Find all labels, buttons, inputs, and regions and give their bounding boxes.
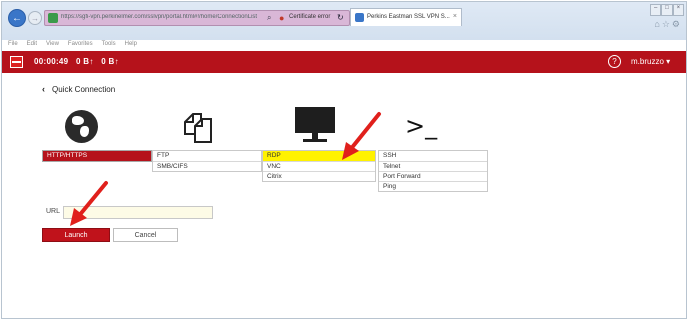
quick-connection-title[interactable]: Quick Connection xyxy=(52,85,115,94)
protocol-port-forward[interactable]: Port Forward xyxy=(379,171,487,181)
protocol-ssh[interactable]: SSH xyxy=(379,151,487,161)
forward-arrow-icon[interactable]: → xyxy=(28,11,42,25)
protocol-ftp[interactable]: FTP xyxy=(153,151,261,161)
launch-button[interactable]: Launch xyxy=(42,228,110,242)
menu-help[interactable]: Help xyxy=(125,41,137,51)
protocol-vnc[interactable]: VNC xyxy=(263,161,375,171)
protocol-citrix[interactable]: Citrix xyxy=(263,171,375,181)
protocol-column-terminal: SSH Telnet Port Forward Ping xyxy=(378,150,488,192)
minimize-icon[interactable]: – xyxy=(650,4,662,16)
session-time: 00:00:49 xyxy=(34,57,69,66)
monitor-icon xyxy=(295,107,335,142)
protocol-column-web: HTTP/HTTPS xyxy=(42,150,152,162)
app-header-bar: 00:00:49 0 B↑ 0 B↑ ? m.bruzzo ▾ xyxy=(2,51,686,73)
browser-titlebar: ← → https://sgfi-vpn.perkinelmer.com/ssl… xyxy=(2,2,686,40)
session-stats: 00:00:49 0 B↑ 0 B↑ xyxy=(34,57,119,66)
fortinet-logo-icon xyxy=(10,56,23,68)
site-identity-icon xyxy=(48,13,58,23)
menu-view[interactable]: View xyxy=(46,41,59,51)
username[interactable]: m.bruzzo xyxy=(631,57,664,66)
help-icon[interactable]: ? xyxy=(608,55,621,68)
search-icon[interactable]: ⌕ xyxy=(267,13,271,23)
browser-tab[interactable]: Perkins Eastman SSL VPN S... × xyxy=(350,8,462,26)
close-tab-icon[interactable]: × xyxy=(453,13,457,20)
certificate-error-icon[interactable]: ● xyxy=(279,13,284,23)
menu-favorites[interactable]: Favorites xyxy=(68,41,93,51)
arrow-up-icon: ↑ xyxy=(114,57,119,66)
chevron-left-icon[interactable]: ‹ xyxy=(42,85,45,94)
address-bar[interactable]: https://sgfi-vpn.perkinelmer.com/sslvpn/… xyxy=(44,10,350,26)
favorites-star-icon[interactable]: ☆ xyxy=(662,19,672,29)
certificate-error-label[interactable]: Certificate error xyxy=(289,14,330,20)
terminal-icon: >_ xyxy=(405,112,438,140)
address-url[interactable]: https://sgfi-vpn.perkinelmer.com/sslvpn/… xyxy=(61,14,261,20)
protocol-column-file: FTP SMB/CIFS xyxy=(152,150,262,172)
protocol-rdp[interactable]: RDP xyxy=(263,151,375,161)
menu-file[interactable]: File xyxy=(8,41,18,51)
url-input[interactable] xyxy=(63,206,213,219)
globe-icon xyxy=(65,110,98,143)
menu-tools[interactable]: Tools xyxy=(102,41,116,51)
files-icon xyxy=(184,113,212,143)
protocol-smb-cifs[interactable]: SMB/CIFS xyxy=(153,161,261,171)
protocol-column-desktop: RDP VNC Citrix xyxy=(262,150,376,182)
tab-favicon-icon xyxy=(355,13,364,22)
maximize-icon[interactable]: □ xyxy=(661,4,673,16)
caret-down-icon[interactable]: ▾ xyxy=(666,57,670,66)
settings-gear-icon[interactable]: ⚙ xyxy=(672,19,682,29)
arrow-up-icon: ↑ xyxy=(89,57,94,66)
protocol-ping[interactable]: Ping xyxy=(379,181,487,191)
bytes-in: 0 B xyxy=(76,57,90,66)
bytes-out: 0 B xyxy=(101,57,115,66)
browser-menubar: File Edit View Favorites Tools Help xyxy=(8,41,137,51)
cancel-button[interactable]: Cancel xyxy=(113,228,178,242)
close-window-icon[interactable]: × xyxy=(672,4,684,16)
tab-title: Perkins Eastman SSL VPN S... xyxy=(367,14,450,20)
window-controls: – □ × xyxy=(650,4,684,16)
menu-edit[interactable]: Edit xyxy=(27,41,37,51)
browser-toolbar-icons: ⌂☆⚙ xyxy=(654,19,682,30)
protocol-http-https[interactable]: HTTP/HTTPS xyxy=(43,151,151,161)
protocol-telnet[interactable]: Telnet xyxy=(379,161,487,171)
user-menu[interactable]: m.bruzzo ▾ xyxy=(631,57,670,66)
refresh-icon[interactable]: ↻ xyxy=(337,13,344,22)
home-icon[interactable]: ⌂ xyxy=(654,19,661,29)
back-arrow-icon[interactable]: ← xyxy=(8,9,26,27)
url-label: URL xyxy=(46,208,61,215)
